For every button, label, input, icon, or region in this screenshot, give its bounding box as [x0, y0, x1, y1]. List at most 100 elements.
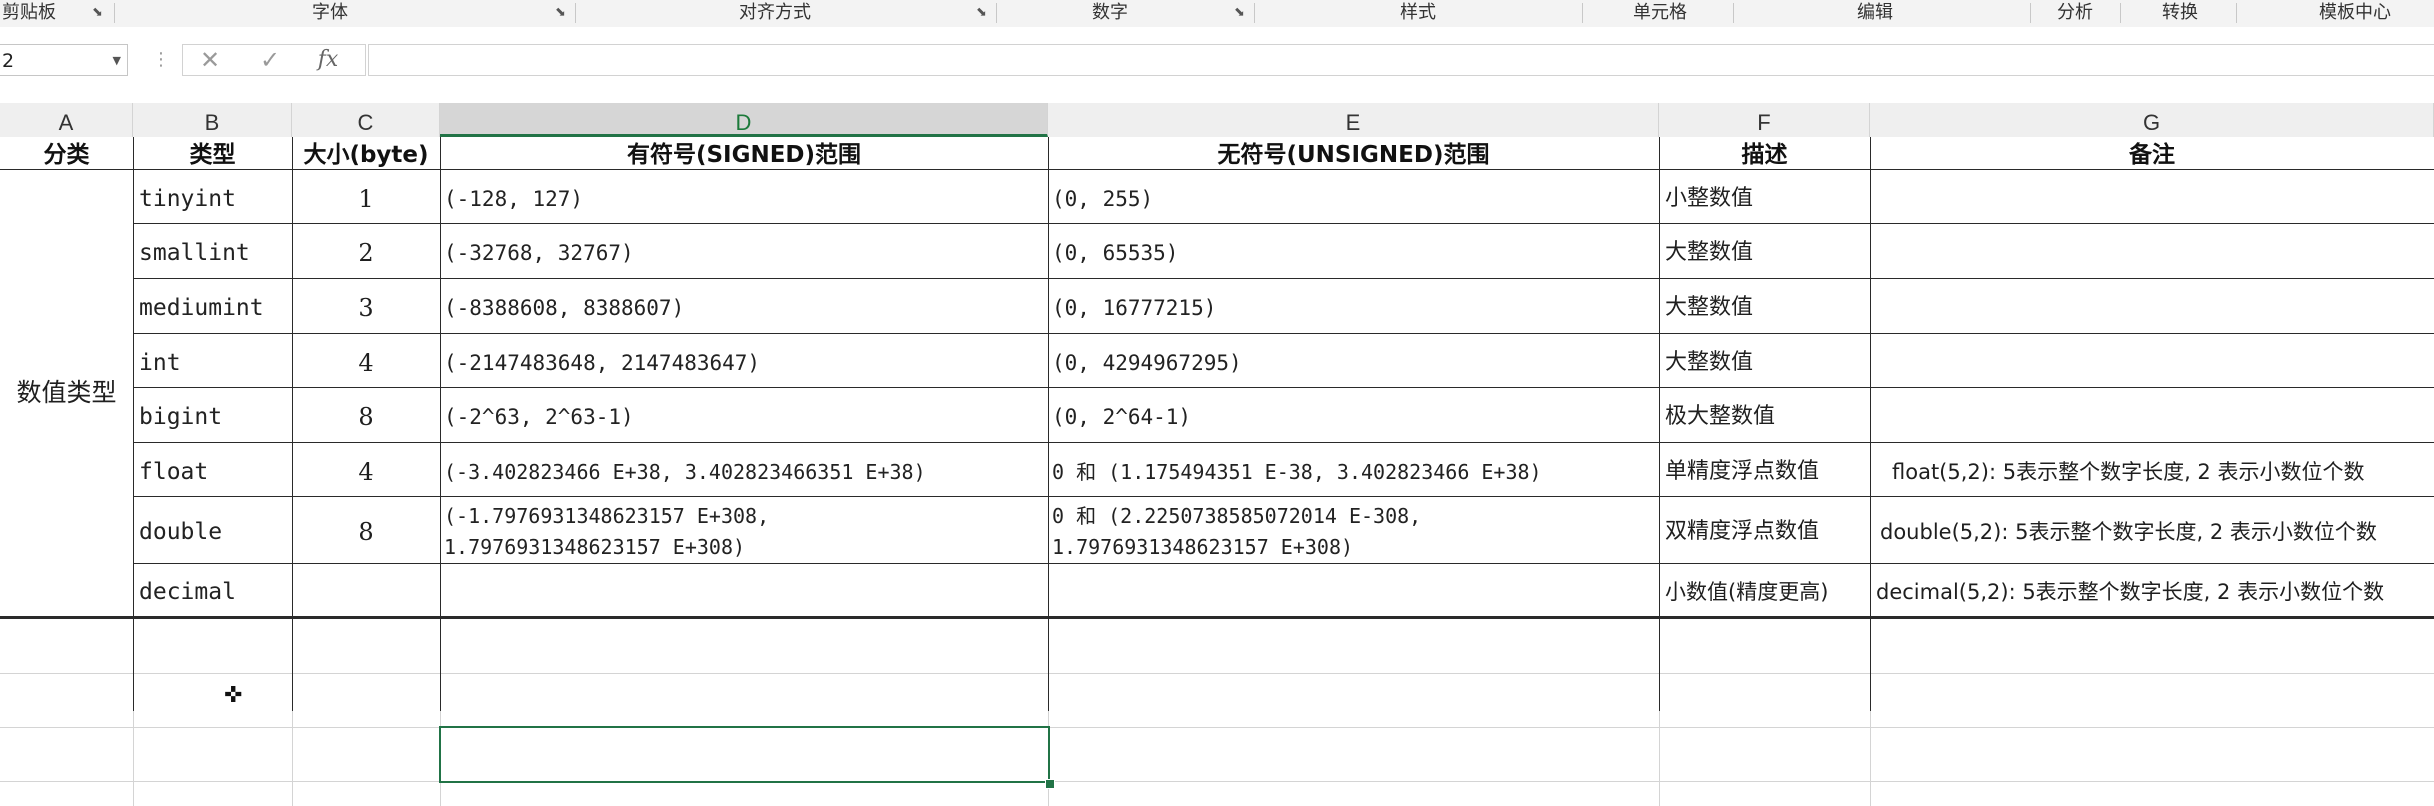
ribbon-divider — [2030, 3, 2031, 23]
formula-input[interactable] — [368, 44, 2434, 76]
unsigned-range-cell[interactable]: (0, 4294967295) — [1048, 334, 1659, 387]
column-header-g[interactable]: G — [1870, 103, 2434, 137]
category-cell[interactable]: 数值类型 — [0, 170, 133, 616]
type-cell[interactable]: int — [133, 334, 292, 387]
ribbon-group-convert: 转换 — [2162, 2, 2198, 23]
gridline — [0, 727, 2434, 728]
signed-range-cell[interactable]: (-1.7976931348623157 E+308, 1.7976931348… — [440, 497, 1048, 563]
cancel-icon[interactable]: ✕ — [193, 48, 227, 72]
signed-range-cell[interactable]: (-8388608, 8388607) — [440, 279, 1048, 333]
size-cell[interactable]: 8 — [292, 497, 440, 563]
header-type[interactable]: 类型 — [133, 137, 292, 169]
number-launcher-icon[interactable]: ⬊ — [1234, 6, 1247, 19]
ribbon-divider — [1582, 3, 1583, 23]
unsigned-range-cell[interactable] — [1048, 564, 1659, 616]
insert-function-icon[interactable]: fx — [311, 48, 345, 72]
spreadsheet-grid: A B C D E F G 分类 类型 大小(byte) 有符号(SIGNED)… — [0, 93, 2434, 806]
description-cell[interactable]: 大整数值 — [1659, 334, 1870, 387]
type-cell[interactable]: smallint — [133, 224, 292, 278]
header-description[interactable]: 描述 — [1659, 137, 1870, 169]
size-cell[interactable]: 1 — [292, 170, 440, 223]
signed-range-cell[interactable]: (-128, 127) — [440, 170, 1048, 223]
unsigned-range-cell[interactable]: (0, 255) — [1048, 170, 1659, 223]
type-cell[interactable]: mediumint — [133, 279, 292, 333]
selected-cell[interactable] — [439, 726, 1050, 783]
header-category[interactable]: 分类 — [0, 137, 133, 169]
remark-cell[interactable] — [1870, 279, 2434, 333]
name-box[interactable]: 2 ▼ — [0, 44, 128, 76]
remark-cell[interactable] — [1870, 334, 2434, 387]
signed-range-cell[interactable]: (-32768, 32767) — [440, 224, 1048, 278]
remark-cell[interactable] — [1870, 388, 2434, 442]
enter-icon[interactable]: ✓ — [253, 48, 287, 72]
unsigned-range-cell[interactable]: (0, 2^64-1) — [1048, 388, 1659, 442]
unsigned-range-cell[interactable]: (0, 65535) — [1048, 224, 1659, 278]
ribbon-group-cells: 单元格 — [1633, 2, 1687, 23]
size-cell[interactable]: 2 — [292, 224, 440, 278]
ribbon-group-analysis: 分析 — [2057, 2, 2093, 23]
description-cell[interactable]: 单精度浮点数值 — [1659, 443, 1870, 496]
ribbon-group-styles: 样式 — [1400, 2, 1436, 23]
ribbon-divider — [2120, 3, 2121, 23]
type-cell[interactable]: double — [133, 497, 292, 563]
ribbon-group-editing: 编辑 — [1857, 2, 1893, 23]
font-launcher-icon[interactable]: ⬊ — [555, 6, 568, 19]
name-box-value: 2 — [2, 50, 15, 72]
header-unsigned-range[interactable]: 无符号(UNSIGNED)范围 — [1048, 137, 1659, 169]
unsigned-range-cell[interactable]: (0, 16777215) — [1048, 279, 1659, 333]
header-signed-range[interactable]: 有符号(SIGNED)范围 — [440, 137, 1048, 169]
ribbon-group-number: 数字 — [1092, 2, 1128, 23]
gridline — [0, 673, 2434, 674]
ribbon-divider — [996, 3, 997, 23]
ribbon-divider — [1254, 3, 1255, 23]
clipboard-launcher-icon[interactable]: ⬊ — [92, 6, 105, 19]
size-cell[interactable] — [292, 564, 440, 616]
size-cell[interactable]: 3 — [292, 279, 440, 333]
more-options-icon[interactable]: ⋮ — [152, 51, 170, 69]
ribbon-divider — [1733, 3, 1734, 23]
fill-handle[interactable] — [1045, 779, 1055, 789]
description-cell[interactable]: 大整数值 — [1659, 224, 1870, 278]
ribbon-group-alignment: 对齐方式 — [739, 2, 811, 23]
chevron-down-icon[interactable]: ▼ — [113, 45, 121, 77]
header-size[interactable]: 大小(byte) — [292, 137, 440, 169]
column-header-d[interactable]: D — [440, 103, 1048, 137]
size-cell[interactable]: 4 — [292, 334, 440, 387]
ribbon-group-clipboard: 剪贴板 — [2, 2, 56, 23]
size-cell[interactable]: 4 — [292, 443, 440, 496]
description-cell[interactable]: 双精度浮点数值 — [1659, 497, 1870, 563]
alignment-launcher-icon[interactable]: ⬊ — [976, 6, 989, 19]
remark-cell[interactable] — [1870, 170, 2434, 223]
type-cell[interactable]: decimal — [133, 564, 292, 616]
remark-cell[interactable]: decimal(5,2): 5表示整个数字长度, 2 表示小数位个数 — [1870, 564, 2434, 616]
ribbon-group-font: 字体 — [312, 2, 348, 23]
size-cell[interactable]: 8 — [292, 388, 440, 442]
cell-cursor-icon: ✜ — [224, 683, 243, 708]
remark-cell[interactable] — [1870, 224, 2434, 278]
gridline — [0, 781, 2434, 782]
remark-cell[interactable]: float(5,2): 5表示整个数字长度, 2 表示小数位个数 — [1870, 443, 2434, 496]
signed-range-cell[interactable]: (-2^63, 2^63-1) — [440, 388, 1048, 442]
signed-range-cell[interactable]: (-2147483648, 2147483647) — [440, 334, 1048, 387]
description-cell[interactable]: 大整数值 — [1659, 279, 1870, 333]
description-cell[interactable]: 极大整数值 — [1659, 388, 1870, 442]
unsigned-range-cell[interactable]: 0 和 (1.175494351 E-38, 3.402823466 E+38) — [1048, 443, 1659, 496]
type-cell[interactable]: bigint — [133, 388, 292, 442]
unsigned-range-cell[interactable]: 0 和 (2.2250738585072014 E-308, 1.7976931… — [1048, 497, 1659, 563]
remark-cell[interactable]: double(5,2): 5表示整个数字长度, 2 表示小数位个数 — [1870, 497, 2434, 563]
ribbon-divider — [2236, 3, 2237, 23]
signed-range-cell[interactable] — [440, 564, 1048, 616]
column-header-a[interactable]: A — [0, 103, 133, 137]
header-remark[interactable]: 备注 — [1870, 137, 2434, 169]
column-header-b[interactable]: B — [133, 103, 292, 137]
column-header-e[interactable]: E — [1048, 103, 1659, 137]
column-header-f[interactable]: F — [1659, 103, 1870, 137]
description-cell[interactable]: 小数值(精度更高) — [1659, 564, 1870, 616]
description-cell[interactable]: 小整数值 — [1659, 170, 1870, 223]
type-cell[interactable]: tinyint — [133, 170, 292, 223]
type-cell[interactable]: float — [133, 443, 292, 496]
column-header-c[interactable]: C — [292, 103, 440, 137]
formula-buttons: ✕ ✓ fx — [182, 44, 366, 76]
ribbon-group-template-center: 模板中心 — [2319, 2, 2391, 23]
signed-range-cell[interactable]: (-3.402823466 E+38, 3.402823466351 E+38) — [440, 443, 1048, 496]
